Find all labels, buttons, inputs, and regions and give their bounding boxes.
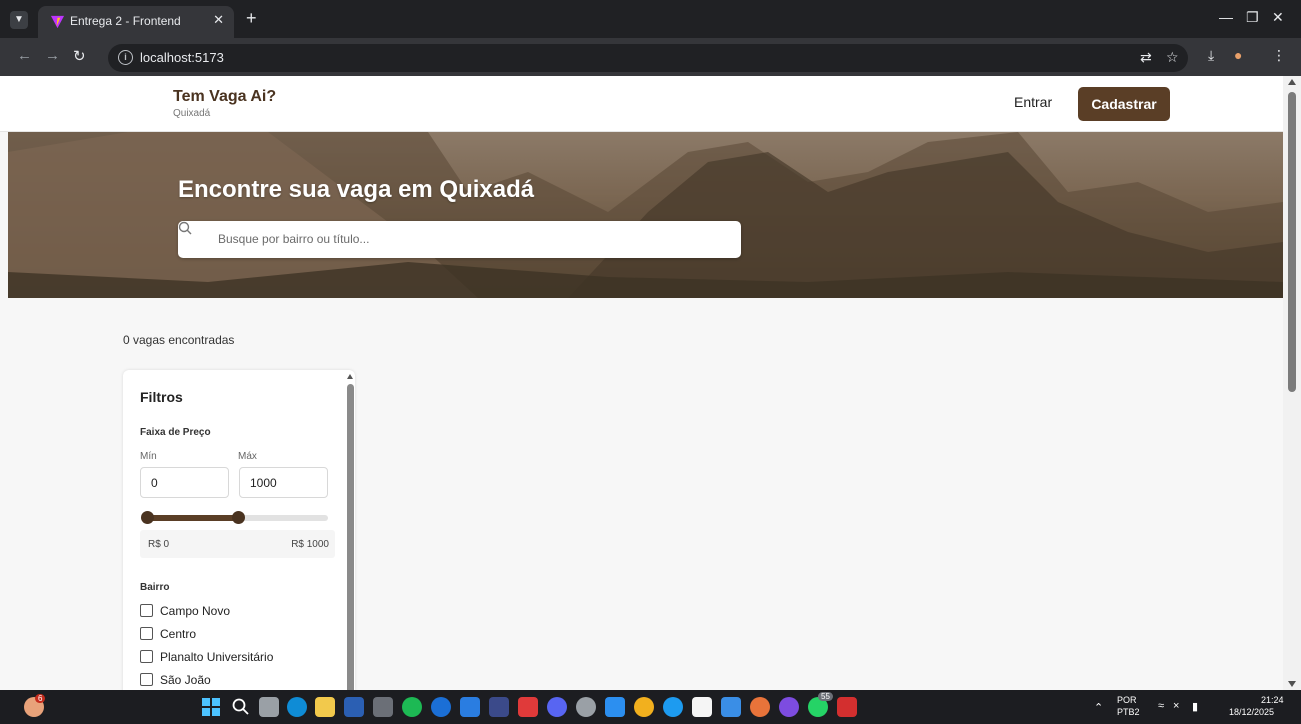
bairro-label[interactable]: Centro [160,627,196,641]
search-input[interactable] [218,229,718,249]
price-slider-fill [147,515,238,521]
back-icon[interactable]: ← [17,47,32,64]
tab-title: Entrega 2 - Frontend [70,14,181,28]
hero-banner: Encontre sua vaga em Quixadá [8,132,1283,298]
hero-title: Encontre sua vaga em Quixadá [178,176,535,203]
restore-icon[interactable]: ❐ [1246,9,1259,26]
hero-overlay [8,132,1283,298]
bairro-checkbox[interactable] [140,673,153,686]
scroll-down-arrow-icon[interactable] [1288,681,1296,687]
trello-icon[interactable] [460,697,480,717]
address-url[interactable]: localhost:5173 [140,50,224,65]
min-price-label: Mín [140,451,157,462]
volume-muted-icon[interactable]: × [1173,700,1179,712]
reload-icon[interactable]: ↻ [73,47,86,65]
notification-badge: 6 [35,694,46,703]
docker-icon[interactable] [663,697,683,717]
min-price-input[interactable] [140,467,229,498]
page-scrollbar[interactable] [1283,76,1301,690]
bairro-heading: Bairro [140,582,170,593]
taskbar-date[interactable]: 18/12/2025 [1229,707,1274,717]
windows-start-icon[interactable] [201,697,221,717]
brand-title[interactable]: Tem Vaga Ai? [173,88,276,106]
wifi-icon[interactable]: ≈ [1158,700,1164,712]
browser-toolbar: ← → ↻ i localhost:5173 ⇄ ☆ ⤓ ● ⋮ [0,38,1301,76]
browser-tab-bar: ▼ Entrega 2 - Frontend ✕ + — ❐ ✕ [0,0,1301,38]
teams-icon[interactable] [431,697,451,717]
task-view-icon[interactable] [259,697,279,717]
brand-subtitle: Quixadá [173,108,211,119]
filters-scrollbar[interactable] [346,370,355,690]
scroll-up-arrow-icon[interactable] [347,374,353,379]
drawio-icon[interactable] [721,697,741,717]
minimize-icon[interactable]: — [1219,9,1233,25]
chrome-profile-icon[interactable] [750,697,770,717]
price-range-heading: Faixa de Preço [140,427,211,438]
window-close-icon[interactable]: ✕ [1272,9,1284,26]
bairro-checkbox[interactable] [140,650,153,663]
chrome-icon[interactable] [634,697,654,717]
bairro-label[interactable]: Planalto Universitário [160,650,273,664]
discord-icon[interactable] [547,697,567,717]
site-info-icon[interactable]: i [118,50,133,65]
bairro-checkbox[interactable] [140,627,153,640]
filters-panel: Filtros Faixa de Preço Mín Máx R$ 0 R$ 1… [123,370,355,690]
notepad-icon[interactable] [692,697,712,717]
whatsapp-badge: 55 [818,692,833,701]
search-icon[interactable] [231,697,251,717]
page-scrollbar-thumb[interactable] [1288,92,1296,392]
results-count: 0 vagas encontradas [123,333,235,347]
star-icon[interactable]: ☆ [1166,49,1179,66]
new-tab-plus-icon[interactable]: + [246,8,257,29]
todoist-icon[interactable] [518,697,538,717]
range-min-text: R$ 0 [148,539,170,550]
calculator-icon[interactable] [373,697,393,717]
taskbar-time[interactable]: 21:24 [1261,695,1284,705]
bairro-label[interactable]: Campo Novo [160,604,230,618]
filters-title: Filtros [140,389,183,405]
tab-search-chevron-down-icon[interactable]: ▼ [10,11,28,29]
github-icon[interactable] [779,697,799,717]
windows-taskbar: 6 55 ⌃ POR PTB2 ≈ × ▮ 21:24 18/12/2025 [0,690,1301,724]
vite-favicon-icon [50,15,65,29]
max-price-input[interactable] [239,467,328,498]
price-range-display: R$ 0 R$ 1000 [140,530,335,558]
word-icon[interactable] [344,697,364,717]
page-viewport: Tem Vaga Ai? Quixadá Entrar Cadastrar En… [0,76,1283,690]
battery-icon[interactable]: ▮ [1192,700,1198,713]
site-header: Tem Vaga Ai? Quixadá Entrar Cadastrar [0,76,1283,132]
bairro-checkbox[interactable] [140,604,153,617]
search-box[interactable] [178,221,741,258]
max-price-label: Máx [238,451,257,462]
filters-scrollbar-thumb[interactable] [347,384,354,690]
forward-icon[interactable]: → [45,47,60,64]
login-link[interactable]: Entrar [1014,94,1052,110]
address-bar[interactable]: i localhost:5173 ⇄ ☆ [108,44,1188,72]
price-slider-min-handle[interactable] [141,511,154,524]
more-icon[interactable]: ⋮ [1272,47,1286,64]
browser-tab[interactable]: Entrega 2 - Frontend ✕ [38,6,234,38]
range-max-text: R$ 1000 [291,539,329,550]
spotify-icon[interactable] [402,697,422,717]
download-icon[interactable]: ⤓ [1208,47,1214,64]
vscode-icon[interactable] [605,697,625,717]
miro-icon[interactable] [489,697,509,717]
language-top[interactable]: POR [1117,695,1137,705]
tab-close-icon[interactable]: ✕ [213,12,224,28]
extension-icon[interactable]: ● [1234,47,1242,63]
acrobat-icon[interactable] [837,697,857,717]
github-desktop-icon[interactable] [576,697,596,717]
bairro-label[interactable]: São João [160,673,211,687]
language-bottom[interactable]: PTB2 [1117,707,1140,717]
price-slider-track[interactable] [141,511,328,524]
translate-icon[interactable]: ⇄ [1140,49,1152,66]
tray-chevron-up-icon[interactable]: ⌃ [1094,701,1103,714]
scroll-up-arrow-icon[interactable] [1288,79,1296,85]
search-icon [178,221,192,235]
signup-button[interactable]: Cadastrar [1078,87,1170,121]
price-slider-max-handle[interactable] [231,511,245,524]
edge-icon[interactable] [287,697,307,717]
file-explorer-icon[interactable] [315,697,335,717]
